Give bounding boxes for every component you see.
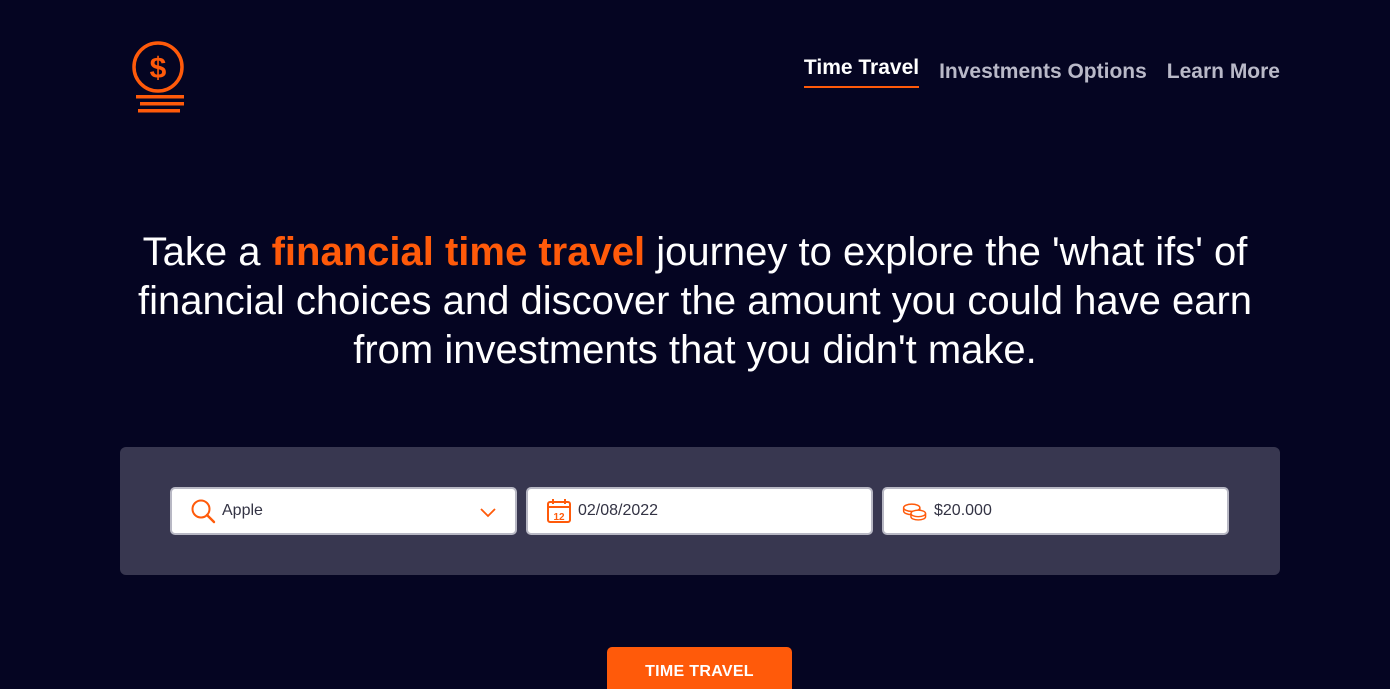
svg-text:$: $ [150, 52, 167, 85]
asset-select[interactable]: Apple [170, 487, 517, 535]
amount-field[interactable]: $20.000 [882, 487, 1229, 535]
page: $ Time Travel Investments Options Learn … [0, 0, 1390, 689]
hero-headline: Take a financial time travel journey to … [95, 228, 1295, 375]
logo-dollar-coins-icon[interactable]: $ [130, 40, 188, 114]
calendar-day: 12 [553, 512, 565, 523]
search-panel: Apple 12 02/08/2022 $20.000 [120, 447, 1280, 575]
nav-investments-options[interactable]: Investments Options [939, 60, 1147, 90]
hero-prefix: Take a [142, 230, 272, 274]
main-nav: Time Travel Investments Options Learn Mo… [803, 56, 1280, 90]
search-icon [190, 498, 216, 524]
hero-highlight: financial time travel [271, 230, 646, 274]
chevron-down-icon[interactable] [479, 503, 497, 521]
calendar-icon: 12 [546, 498, 572, 524]
time-travel-button[interactable]: TIME TRAVEL [607, 647, 792, 689]
date-value: 02/08/2022 [578, 502, 659, 519]
coins-icon [902, 498, 928, 524]
date-field[interactable]: 12 02/08/2022 [526, 487, 873, 535]
amount-value: $20.000 [934, 502, 992, 519]
nav-learn-more[interactable]: Learn More [1167, 60, 1280, 90]
nav-time-travel[interactable]: Time Travel [803, 56, 920, 88]
asset-value: Apple [222, 502, 263, 519]
